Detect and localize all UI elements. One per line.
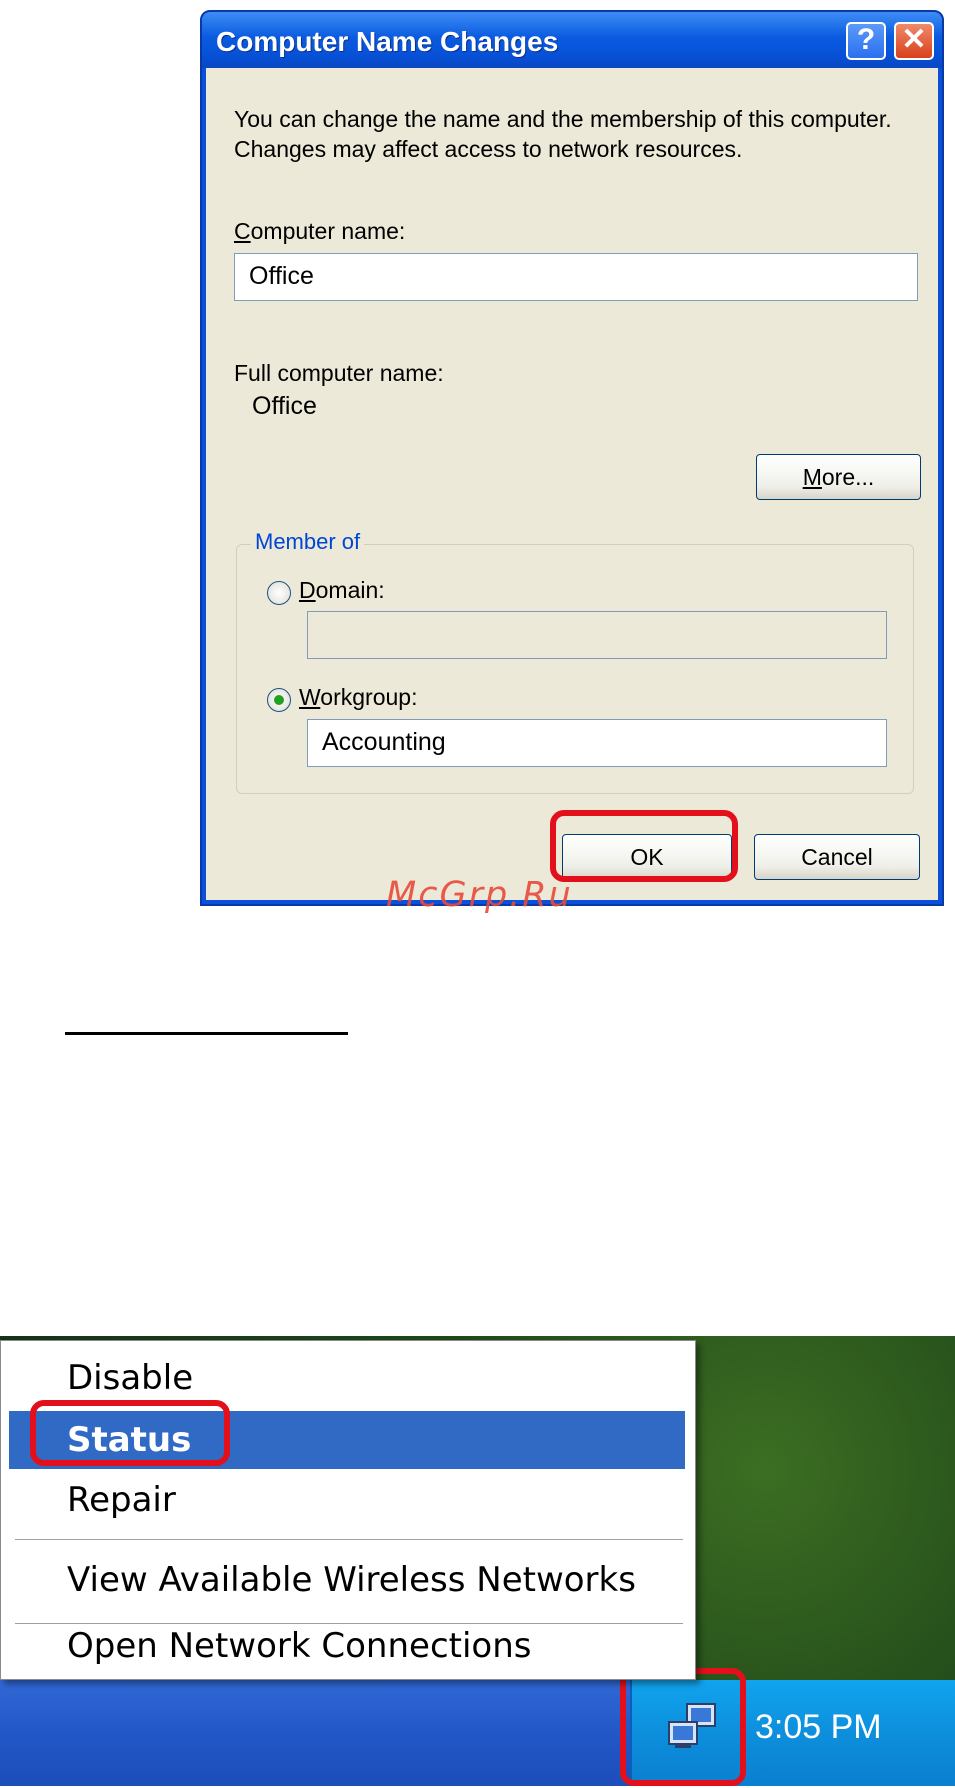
more-button[interactable]: More... — [756, 454, 921, 500]
close-icon: ✕ — [901, 23, 927, 56]
full-computer-name-label: Full computer name: — [234, 360, 444, 386]
menu-item-repair[interactable]: Repair — [9, 1471, 685, 1529]
menu-item-open-network-connections[interactable]: Open Network Connections — [9, 1617, 685, 1675]
tray-icon-highlight-box — [620, 1668, 746, 1786]
taskbar-clock: 3:05 PM — [755, 1708, 882, 1746]
workgroup-radio[interactable] — [267, 688, 291, 712]
member-of-legend: Member of — [251, 529, 365, 555]
close-button[interactable]: ✕ — [894, 22, 934, 60]
domain-radio[interactable] — [267, 581, 291, 605]
status-highlight-box — [30, 1400, 230, 1466]
menu-separator — [15, 1539, 683, 1540]
computer-name-input[interactable]: Office — [234, 253, 918, 301]
cancel-button[interactable]: Cancel — [754, 834, 920, 880]
help-icon: ? — [856, 23, 876, 56]
network-context-menu: Disable Status Repair View Available Wir… — [0, 1340, 696, 1680]
full-computer-name-value: Office — [252, 392, 317, 420]
computer-name-label: Computer name: — [234, 218, 406, 244]
member-of-group: Member of Domain: Workgroup: Accounting — [236, 529, 914, 794]
dialog-description: You can change the name and the membersh… — [234, 106, 892, 162]
help-button[interactable]: ? — [846, 22, 886, 60]
domain-input[interactable] — [307, 611, 887, 659]
domain-label: Domain: — [299, 577, 385, 603]
watermark: McGrp.Ru — [386, 875, 573, 915]
menu-item-disable[interactable]: Disable — [9, 1349, 685, 1407]
workgroup-label: Workgroup: — [299, 684, 418, 710]
title-bar[interactable]: Computer Name Changes ? ✕ — [202, 12, 942, 68]
dialog-title: Computer Name Changes — [216, 26, 559, 57]
workgroup-input[interactable]: Accounting — [307, 719, 887, 767]
underline-rule — [65, 1032, 348, 1035]
ok-highlight-box — [550, 810, 738, 882]
menu-item-view-wireless-networks[interactable]: View Available Wireless Networks — [9, 1551, 685, 1609]
computer-name-changes-dialog: Computer Name Changes ? ✕ You can change… — [200, 10, 944, 906]
radio-selected-dot — [274, 695, 284, 705]
dialog-body: You can change the name and the membersh… — [206, 68, 938, 900]
